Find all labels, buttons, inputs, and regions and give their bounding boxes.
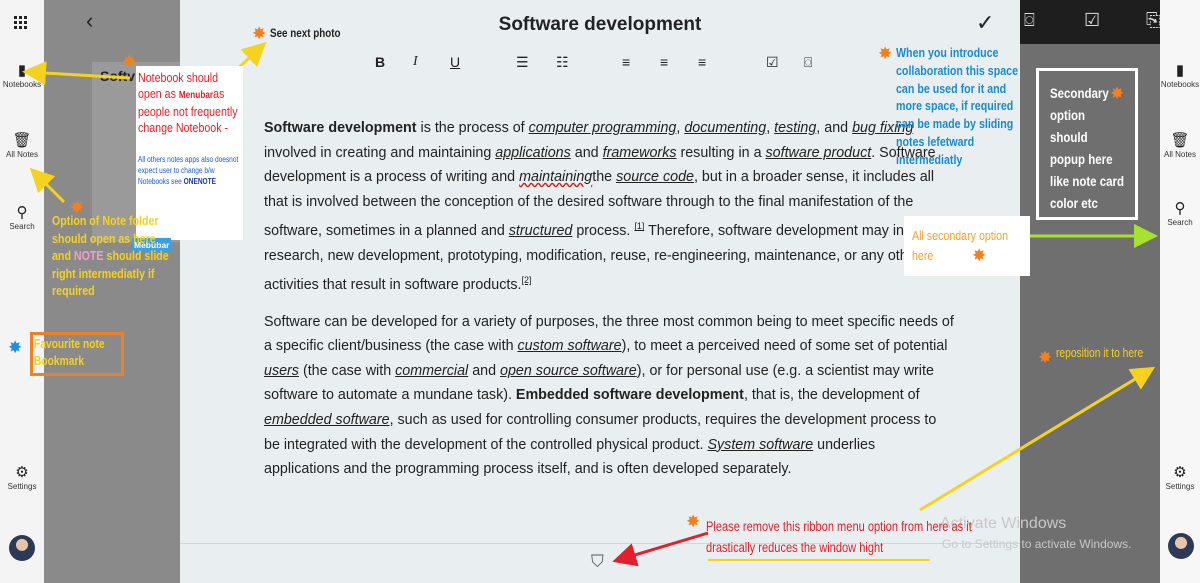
annotation-small-note: All others notes apps also doesnot expec… — [138, 155, 239, 186]
annotation-secondary-popup: Secondary option should popup here like … — [1050, 85, 1125, 211]
notebook-icon: ▮ — [17, 62, 27, 79]
trash-icon: 🗑 — [1170, 132, 1190, 149]
rail-label: Settings — [1165, 482, 1195, 491]
notebook-icon: ▮ — [1175, 62, 1185, 79]
rail-item-all-notes[interactable]: 🗑 All Notes — [1160, 132, 1200, 159]
star-icon: ✸ — [8, 338, 23, 357]
bold-button[interactable]: B — [375, 54, 385, 70]
rail-item-notebooks[interactable]: ▮ Notebooks — [0, 62, 44, 89]
rail-label: All Notes — [5, 150, 38, 159]
rail-item-search[interactable]: ⚲ Search — [0, 204, 44, 231]
rail-label: Settings — [7, 482, 37, 491]
rail-item-notebooks[interactable]: ▮ Notebooks — [1160, 62, 1200, 89]
align-center-icon[interactable]: ≡ — [660, 54, 668, 70]
star-icon: ✸ — [972, 246, 987, 265]
rail-item-settings[interactable]: ⚙ Settings — [1160, 464, 1200, 491]
align-right-icon[interactable]: ≡ — [698, 54, 706, 70]
attachment-icon[interactable]: ⎘ — [1146, 10, 1160, 31]
annotation-reposition: reposition it to here — [1056, 346, 1144, 360]
rail-label: Notebooks — [2, 80, 42, 89]
search-icon: ⚲ — [1174, 200, 1186, 217]
rail-item-settings[interactable]: ⚙ Settings — [0, 464, 44, 491]
paragraph: Software can be developed for a variety … — [264, 313, 954, 478]
numbered-list-icon[interactable]: ☷ — [556, 54, 569, 71]
camera-icon[interactable]: ⌼ — [1024, 10, 1035, 31]
star-icon: ✸ — [122, 52, 137, 71]
underline-button[interactable]: U — [450, 54, 460, 70]
note-editor: Software development ✓ B I U ☰ ☷ ≡ ≡ ≡ ☑… — [180, 0, 1020, 583]
left-rail: ▮ Notebooks 🗑 All Notes ⚲ Search ⚙ Setti… — [0, 0, 44, 583]
trash-icon: 🗑 — [12, 132, 32, 149]
rail-label: Search — [1167, 218, 1193, 227]
note-body[interactable]: Software development is the process of c… — [264, 116, 954, 494]
annotation-collab: When you introduce collaboration this sp… — [896, 45, 1019, 167]
gear-icon: ⚙ — [1173, 464, 1187, 481]
annotation-notebook: Notebook should open as Menubaras people… — [138, 70, 238, 135]
rail-item-all-notes[interactable]: 🗑 All Notes — [0, 132, 44, 159]
rail-label: Notebooks — [1160, 80, 1200, 89]
paint-bucket-icon[interactable]: ⛉ — [591, 552, 604, 572]
annotation-all-secondary: All secondary option here — [912, 228, 1009, 263]
search-icon: ⚲ — [16, 204, 28, 221]
align-left-icon[interactable]: ≡ — [622, 54, 630, 70]
avatar[interactable] — [1168, 533, 1194, 559]
back-arrow-icon[interactable]: ‹ — [86, 8, 93, 34]
annotation-favourite: Favourite note Bookmark — [34, 337, 105, 368]
annotation-see-next: See next photo — [270, 26, 341, 40]
check-icon[interactable]: ✓ — [976, 10, 994, 36]
annotation-folder: Option of Note folder should open as her… — [52, 213, 169, 298]
camera-icon[interactable]: ⌼ — [804, 54, 812, 71]
paragraph: Software development is the process of c… — [264, 120, 939, 294]
gear-icon: ⚙ — [15, 464, 29, 481]
star-icon: ✸ — [878, 44, 893, 63]
rail-item-search[interactable]: ⚲ Search — [1160, 200, 1200, 227]
rail-label: Search — [9, 222, 35, 231]
app-launcher-icon[interactable] — [14, 16, 28, 30]
right-rail: ▮ Notebooks 🗑 All Notes ⚲ Search ⚙ Setti… — [1160, 0, 1200, 583]
annotation-remove-ribbon: Please remove this ribbon menu option fr… — [706, 519, 972, 555]
checkbox-icon[interactable]: ☑ — [766, 54, 779, 71]
rail-label: All Notes — [1163, 150, 1196, 159]
checkbox-icon[interactable]: ☑ — [1084, 10, 1100, 31]
star-icon: ✸ — [1038, 348, 1053, 367]
star-icon: ✸ — [252, 24, 267, 43]
bullet-list-icon[interactable]: ☰ — [516, 54, 529, 71]
italic-button[interactable]: I — [413, 54, 418, 70]
avatar[interactable] — [9, 535, 35, 561]
star-icon: ✸ — [686, 512, 701, 531]
secondary-toolbar: ⌼ ☑ ⎘ — [1020, 0, 1160, 44]
